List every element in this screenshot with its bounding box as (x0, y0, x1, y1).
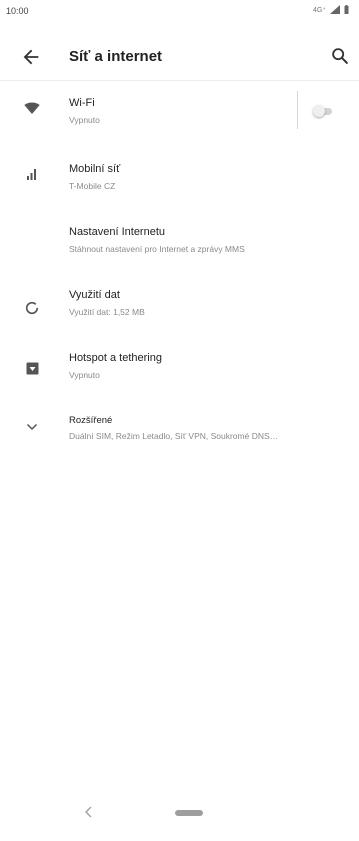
app-bar-divider (0, 80, 359, 81)
cell-signal-icon (22, 164, 42, 184)
wifi-toggle[interactable] (313, 105, 332, 117)
search-icon[interactable] (329, 45, 351, 67)
setting-subtitle: Vypnuto (69, 370, 100, 380)
setting-subtitle: Vypnuto (69, 115, 100, 125)
status-time: 10:00 (6, 6, 29, 16)
hotspot-icon (22, 358, 42, 378)
battery-icon (344, 5, 349, 14)
arrow-left-icon[interactable] (20, 46, 42, 68)
signal-icon (330, 5, 340, 14)
setting-subtitle: Stáhnout nastavení pro Internet a zprávy… (69, 244, 245, 254)
setting-title: Mobilní síť (69, 163, 121, 175)
setting-title: Wi-Fi (69, 97, 95, 109)
nav-back-icon[interactable] (80, 803, 98, 821)
wifi-toggle-divider (297, 91, 298, 129)
setting-title: Rozšířené (69, 415, 113, 426)
setting-subtitle: Duální SIM, Režim Letadlo, Síť VPN, Souk… (69, 431, 279, 441)
status-bar: 10:00 4G⁺ (0, 0, 359, 22)
setting-title: Nastavení Internetu (69, 226, 166, 238)
setting-subtitle: Využití dat: 1,52 MB (69, 307, 145, 317)
toggle-thumb (313, 105, 325, 117)
setting-title: Hotspot a tethering (69, 352, 162, 364)
setting-title: Využití dat (69, 289, 120, 301)
app-bar: Síť a internet (0, 36, 359, 78)
status-icons: 4G⁺ (313, 5, 349, 14)
page-title: Síť a internet (69, 48, 163, 65)
data-usage-icon (22, 298, 42, 318)
network-type: 4G⁺ (312, 6, 326, 14)
home-pill-icon[interactable] (175, 810, 203, 816)
setting-subtitle: T-Mobile CZ (69, 181, 116, 191)
chevron-down-icon (22, 417, 42, 437)
wifi-icon (22, 98, 42, 118)
navigation-bar (0, 790, 359, 841)
